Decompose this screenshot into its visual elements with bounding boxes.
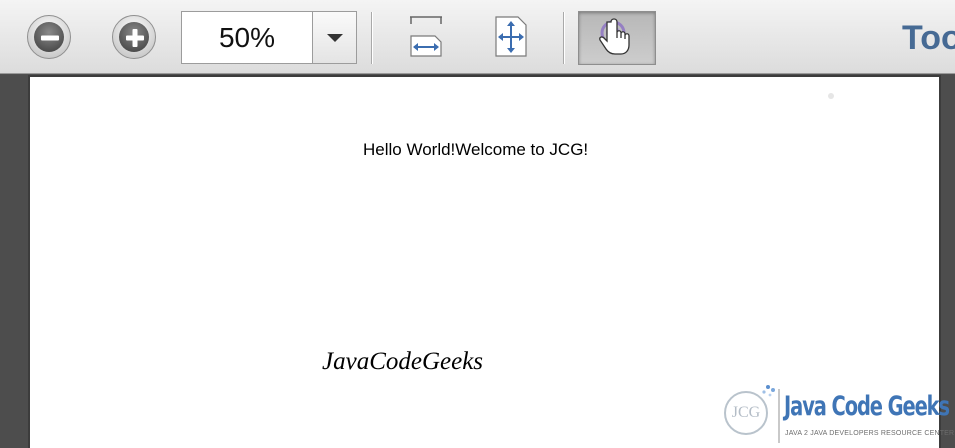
page-speck (828, 93, 834, 99)
zoom-level-field[interactable]: 50% (181, 11, 357, 64)
logo-badge-text: JCG (731, 404, 761, 421)
zoom-dropdown-button[interactable] (312, 12, 356, 63)
document-italic-text: JavaCodeGeeks (322, 348, 484, 375)
zoom-level-input[interactable]: 50% (182, 12, 312, 63)
document-text-line: Hello World!Welcome to JCG! (363, 140, 589, 159)
fit-page-button[interactable] (490, 14, 532, 65)
toolbar-separator (371, 12, 373, 64)
minus-circle-icon (41, 35, 59, 41)
hand-tool-button[interactable] (578, 11, 656, 65)
logo-badge: JCG (724, 391, 768, 435)
plus-circle-icon (126, 29, 144, 47)
toolbar-separator (563, 12, 565, 64)
toolbar-panel-title[interactable]: Too (902, 16, 955, 60)
toolbar: 50% Too (0, 0, 955, 74)
logo-tagline: JAVA 2 JAVA DEVELOPERS RESOURCE CENTER (785, 430, 955, 437)
chevron-down-icon (327, 34, 343, 42)
logo-divider (778, 389, 780, 443)
zoom-in-button[interactable] (112, 15, 156, 59)
fit-page-icon (495, 16, 527, 57)
fit-width-button[interactable] (404, 14, 448, 65)
jcg-logo: JCG Java Code Geeks JAVA 2 JAVA DEVELOPE… (720, 383, 954, 447)
pdf-page: Hello World!Welcome to JCG! JavaCodeGeek… (30, 77, 954, 448)
logo-name: Java Code Geeks (784, 391, 950, 422)
zoom-out-button[interactable] (27, 15, 71, 59)
hand-tool-icon (599, 18, 630, 55)
fit-width-icon (410, 16, 442, 57)
